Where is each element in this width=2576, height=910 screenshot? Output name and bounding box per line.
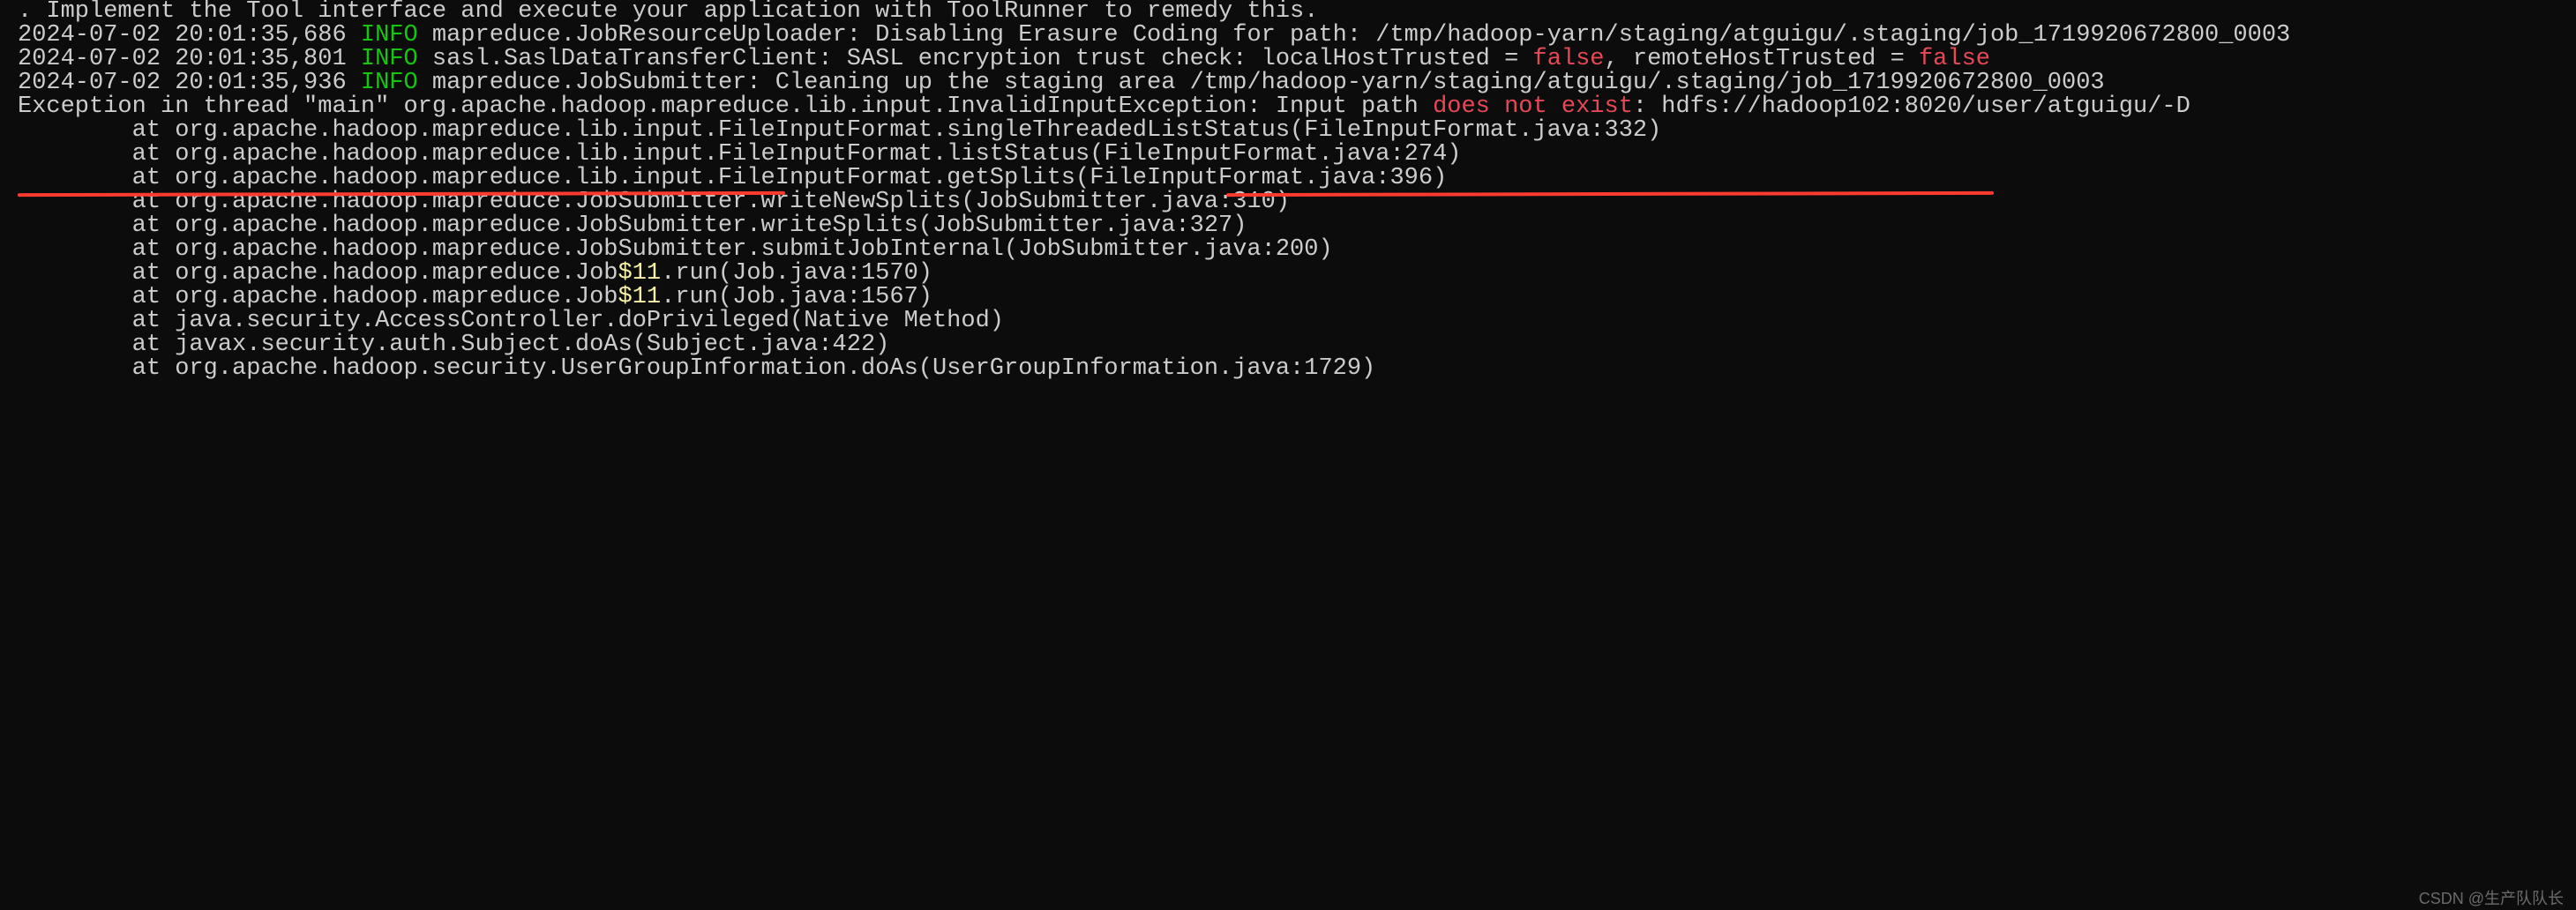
log-text: at org.apache.hadoop.mapreduce.Job (18, 260, 618, 287)
log-info-text: INFO (361, 70, 418, 96)
log-text: : hdfs://hadoop102:8020/user/atguigu/-D (1633, 93, 2190, 120)
log-line: at org.apache.hadoop.mapreduce.JobSubmit… (18, 238, 2558, 262)
terminal-output: . Implement the Tool interface and execu… (0, 0, 2576, 381)
log-text: at org.apache.hadoop.mapreduce.lib.input… (18, 165, 1447, 191)
log-text: , remoteHostTrusted = (1605, 46, 1919, 72)
log-text: at org.apache.hadoop.security.UserGroupI… (18, 355, 1375, 382)
log-line: 2024-07-02 20:01:35,686 INFO mapreduce.J… (18, 24, 2558, 48)
log-info-text: INFO (361, 22, 418, 48)
log-line: at org.apache.hadoop.mapreduce.lib.input… (18, 143, 2558, 167)
log-text: at org.apache.hadoop.mapreduce.Job (18, 284, 618, 310)
log-line: 2024-07-02 20:01:35,936 INFO mapreduce.J… (18, 71, 2558, 95)
log-text: at org.apache.hadoop.mapreduce.lib.input… (18, 117, 1661, 144)
log-error-text: false (1919, 46, 1990, 72)
log-text: at javax.security.auth.Subject.doAs(Subj… (18, 332, 889, 358)
log-text: 2024-07-02 20:01:35,936 (18, 70, 361, 96)
log-line: at org.apache.hadoop.mapreduce.lib.input… (18, 167, 2558, 190)
watermark-text: CSDN @生产队队长 (2419, 891, 2564, 906)
log-error-text: false (1533, 46, 1605, 72)
log-line: at org.apache.hadoop.security.UserGroupI… (18, 357, 2558, 381)
log-text: sasl.SaslDataTransferClient: SASL encryp… (418, 46, 1533, 72)
log-error-text: does not exist (1433, 93, 1633, 120)
log-info-text: INFO (361, 46, 418, 72)
log-line: at org.apache.hadoop.mapreduce.Job$11.ru… (18, 262, 2558, 286)
log-text: .run(Job.java:1570) (661, 260, 932, 287)
log-text: mapreduce.JobResourceUploader: Disabling… (418, 22, 2291, 48)
log-text: . Implement the Tool interface and execu… (18, 0, 1318, 25)
log-text: at org.apache.hadoop.mapreduce.JobSubmit… (18, 213, 1247, 239)
log-text: mapreduce.JobSubmitter: Cleaning up the … (418, 70, 2105, 96)
log-line: at java.security.AccessController.doPriv… (18, 310, 2558, 333)
log-text: 2024-07-02 20:01:35,801 (18, 46, 361, 72)
log-text: at org.apache.hadoop.mapreduce.JobSubmit… (18, 236, 1333, 263)
log-num-text: $11 (618, 260, 662, 287)
log-text: at org.apache.hadoop.mapreduce.lib.input… (18, 141, 1461, 168)
log-text: .run(Job.java:1567) (661, 284, 932, 310)
log-line: at org.apache.hadoop.mapreduce.lib.input… (18, 119, 2558, 143)
log-text: Exception in thread "main" org.apache.ha… (18, 93, 1433, 120)
log-line: . Implement the Tool interface and execu… (18, 0, 2558, 24)
log-num-text: $11 (618, 284, 662, 310)
log-line: at org.apache.hadoop.mapreduce.JobSubmit… (18, 214, 2558, 238)
log-line: 2024-07-02 20:01:35,801 INFO sasl.SaslDa… (18, 48, 2558, 71)
log-line: at org.apache.hadoop.mapreduce.Job$11.ru… (18, 286, 2558, 310)
log-text: 2024-07-02 20:01:35,686 (18, 22, 361, 48)
log-text: at java.security.AccessController.doPriv… (18, 308, 1004, 334)
log-line: Exception in thread "main" org.apache.ha… (18, 95, 2558, 119)
log-line: at javax.security.auth.Subject.doAs(Subj… (18, 333, 2558, 357)
